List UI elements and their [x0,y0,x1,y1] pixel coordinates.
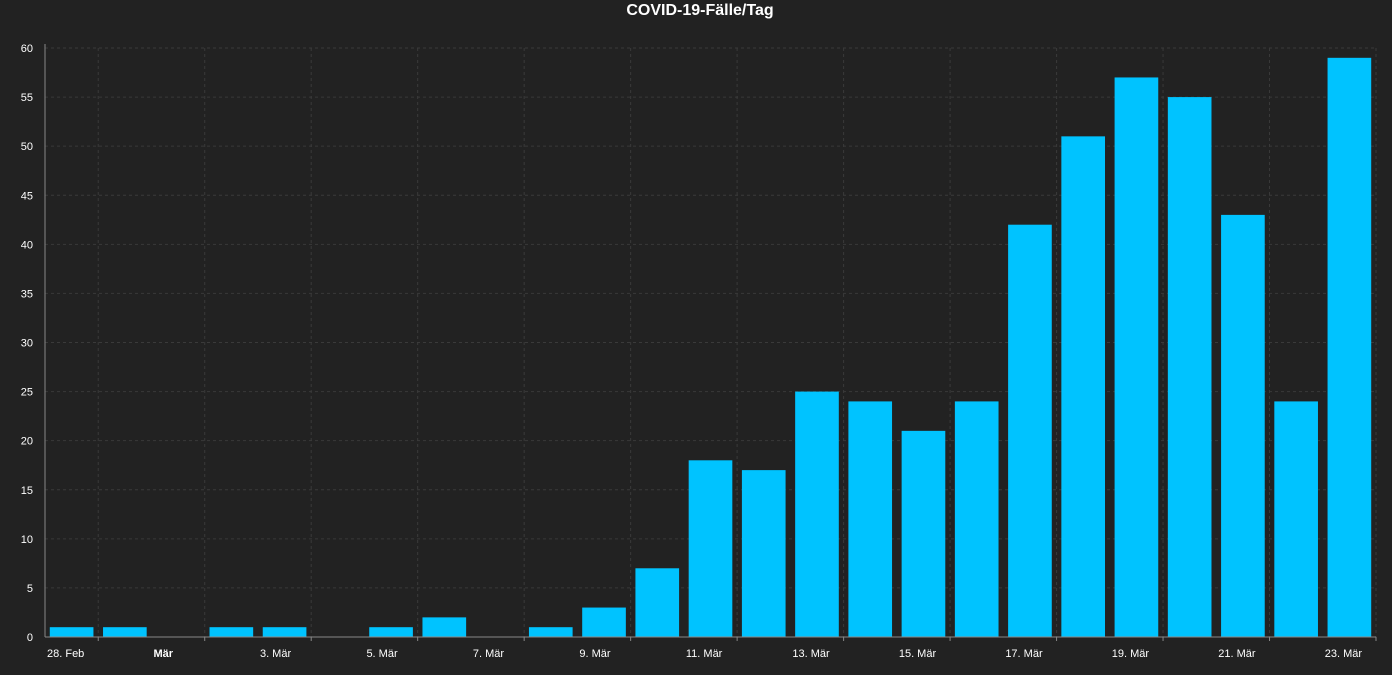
bar [1008,224,1052,637]
bar [848,401,893,637]
bar [1167,97,1212,638]
x-tick-label: 15. Mär [899,648,937,660]
bar [262,627,307,637]
bar [1221,214,1265,637]
y-tick-label: 60 [21,43,33,55]
bar [635,568,680,637]
x-tick-label: 28. Feb [47,648,84,660]
bar-chart: 0 5 10 15 20 25 30 35 40 45 50 55 60 28. Feb Mär 3. Mär… [21,43,1377,660]
bar [103,627,147,637]
bar [1327,57,1372,638]
y-tick-label: 15 [21,485,33,497]
x-tick-label: 13. Mär [792,648,830,660]
bar [209,627,254,637]
y-tick-label: 25 [21,387,33,399]
bar [369,627,413,637]
y-tick-label: 40 [21,239,33,251]
bar [688,460,733,637]
y-tick-label: 20 [21,436,33,448]
bar [422,617,467,637]
x-tick-label: 3. Mär [260,648,292,660]
x-tick-label: 11. Mär [686,648,723,660]
x-tick-label: 7. Mär [473,648,505,660]
bar [49,627,94,637]
chart-container: COVID-19-Fälle/Tag 0 5 10 15 20 25 30 35 40 45 50 5… [0,0,1392,675]
bar [1114,77,1159,637]
bar [1061,136,1106,637]
y-tick-label: 50 [21,141,33,153]
x-tick-label: 9. Mär [579,648,611,660]
bar [795,391,839,637]
y-tick-label: 5 [27,583,33,595]
x-tick-label: 17. Mär [1005,648,1043,660]
bar [954,401,999,637]
y-tick-label: 30 [21,338,33,350]
bar [582,607,626,637]
x-tick-label: 19. Mär [1112,648,1150,660]
x-tick-label: 21. Mär [1218,648,1256,660]
y-tick-label: 55 [21,92,33,104]
bar [901,430,946,637]
bar [741,470,786,637]
y-tick-label: 0 [27,632,33,644]
bar [1274,401,1318,637]
y-tick-label: 35 [21,288,33,300]
y-tick-label: 45 [21,190,33,202]
y-tick-label: 10 [21,534,33,546]
x-tick-label: 23. Mär [1325,648,1363,660]
x-tick-label: Mär [153,648,173,660]
x-tick-label: 5. Mär [366,648,398,660]
bar-layer [49,57,1372,638]
bar [528,627,573,637]
